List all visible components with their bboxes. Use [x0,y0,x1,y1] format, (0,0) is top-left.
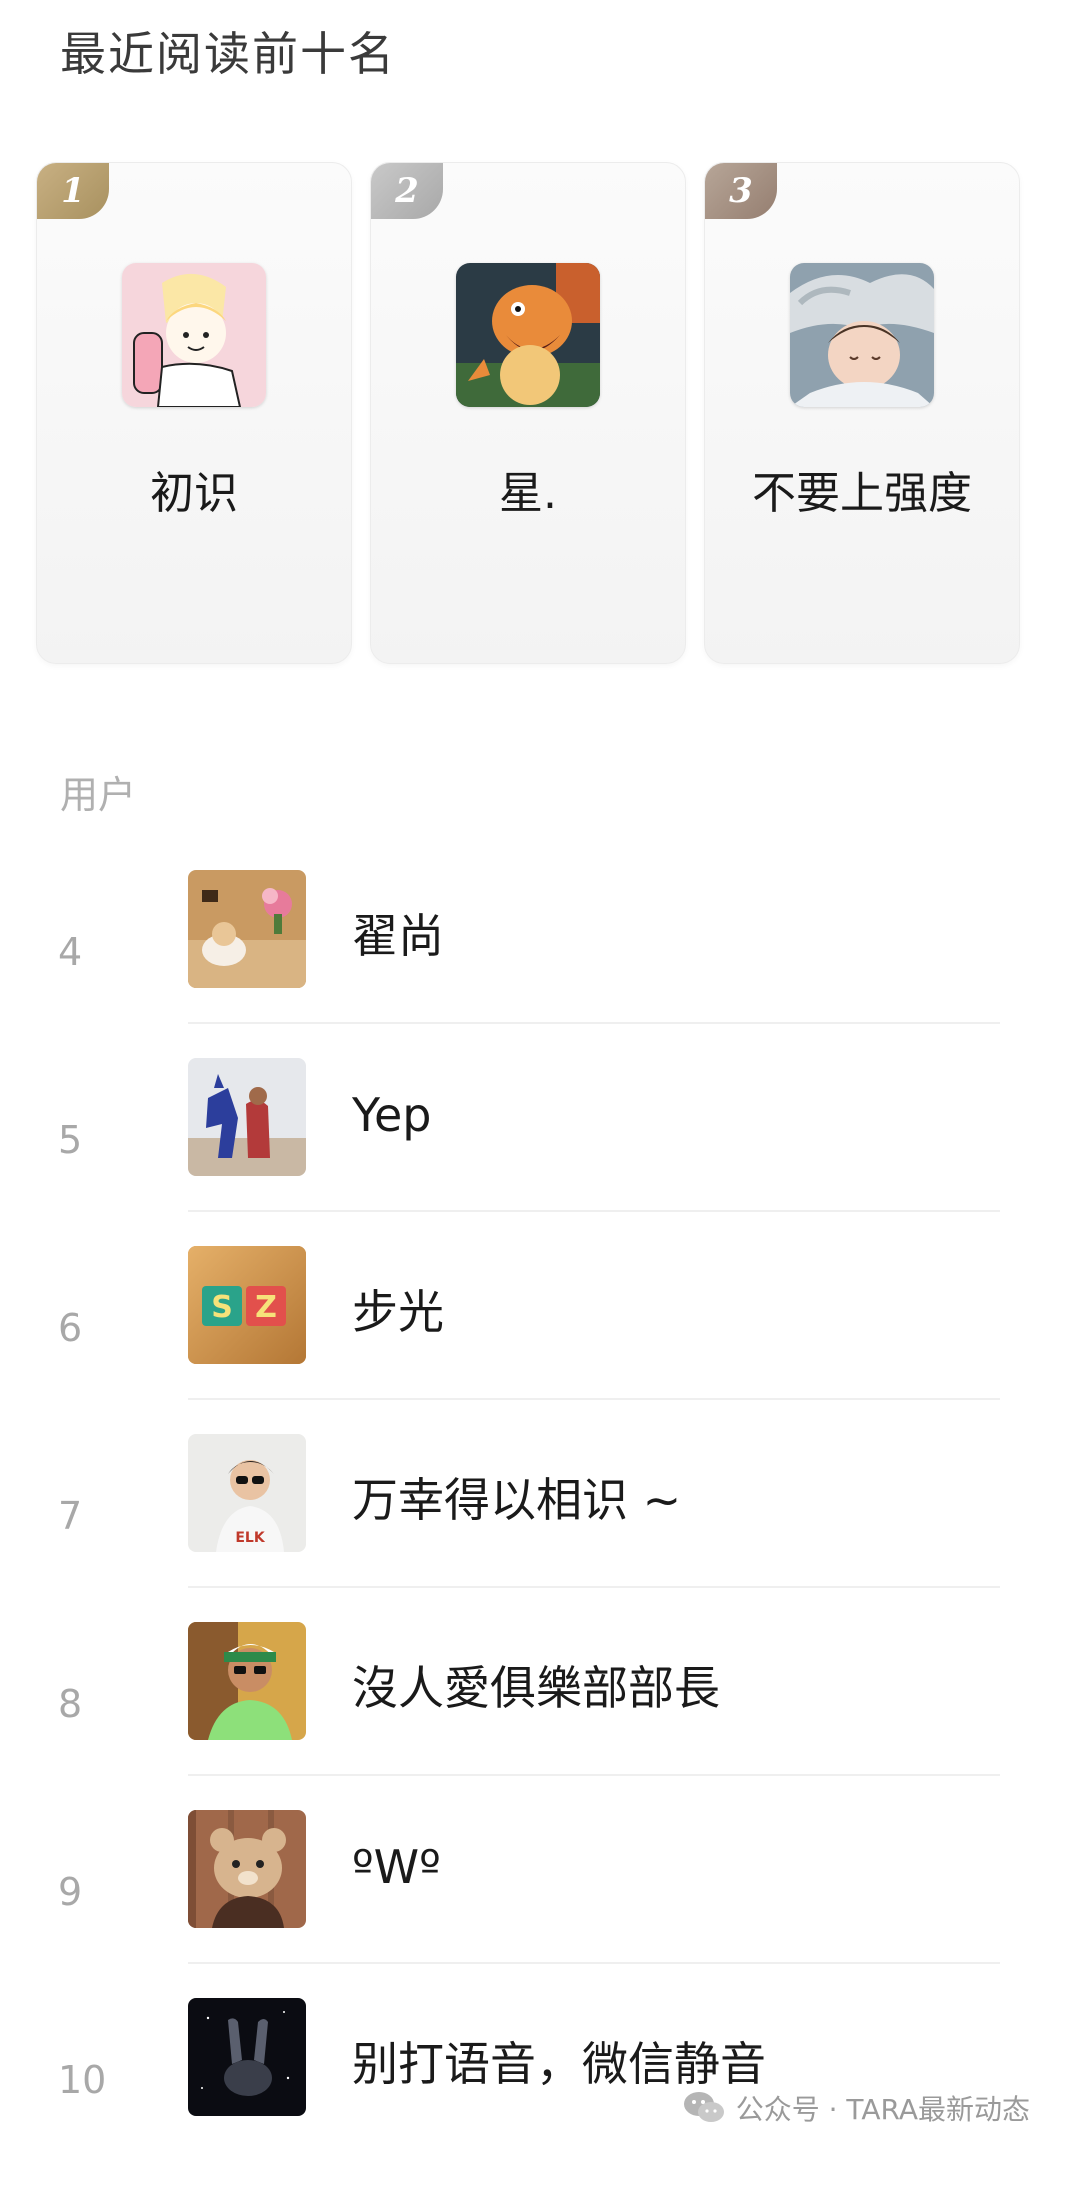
podium-card-2[interactable]: 2 星. [370,162,686,664]
user-name: 万幸得以相识 ~ [352,1473,682,1527]
rank-number: 4 [58,930,83,974]
avatar[interactable] [790,263,934,407]
user-list: 4 翟尚 5 Yep 6 S Z 步光 7 ELK 万幸得以相识 ~ 8 沒人愛… [0,870,1076,2186]
svg-text:ELK: ELK [235,1530,265,1546]
rank-number: 7 [58,1494,83,1538]
avatar[interactable] [122,263,266,407]
podium-card-3[interactable]: 3 不要上强度 [704,162,1020,664]
rank-number: 6 [58,1306,83,1350]
avatar[interactable] [188,870,306,988]
users-section-label: 用户 [60,773,137,817]
rank-badge-gold: 1 [37,163,109,219]
avatar[interactable] [456,263,600,407]
user-name: ºWº [352,1840,441,1894]
avatar[interactable] [188,1998,306,2116]
list-item[interactable]: 4 翟尚 [0,870,1076,1058]
user-name: 别打语音，微信静音 [352,2037,766,2091]
podium-name: 星. [499,468,557,519]
list-item[interactable]: 5 Yep [0,1058,1076,1246]
divider [188,1586,1000,1588]
top-three-podium: 1 初识 2 星. 3 不要上强度 [36,162,1040,664]
wechat-icon [682,2090,726,2126]
podium-card-1[interactable]: 1 初识 [36,162,352,664]
user-name: 沒人愛俱樂部部長 [352,1661,720,1715]
user-name: 步光 [352,1285,444,1339]
divider [188,1962,1000,1964]
divider [188,1210,1000,1212]
avatar[interactable]: S Z [188,1246,306,1364]
watermark: 公众号 · TARA最新动态 [682,2088,1030,2128]
rank-number: 8 [58,1682,83,1726]
avatar[interactable] [188,1810,306,1928]
divider [188,1774,1000,1776]
avatar[interactable] [188,1622,306,1740]
list-item[interactable]: 7 ELK 万幸得以相识 ~ [0,1434,1076,1622]
list-item[interactable]: 6 S Z 步光 [0,1246,1076,1434]
divider [188,1398,1000,1400]
rank-number: 5 [58,1118,83,1162]
user-name: Yep [352,1088,432,1142]
watermark-text: 公众号 · TARA最新动态 [735,2093,1030,2126]
list-item[interactable]: 9 ºWº [0,1810,1076,1998]
rank-badge-silver: 2 [371,163,443,219]
user-name: 翟尚 [352,909,444,963]
rank-number: 9 [58,1870,83,1914]
svg-text:S: S [211,1290,233,1325]
podium-name: 初识 [150,468,238,519]
page-title: 最近阅读前十名 [60,27,396,81]
svg-text:Z: Z [255,1290,277,1325]
rank-badge-bronze: 3 [705,163,777,219]
list-item[interactable]: 8 沒人愛俱樂部部長 [0,1622,1076,1810]
podium-name: 不要上强度 [752,468,972,519]
divider [188,1022,1000,1024]
avatar[interactable] [188,1058,306,1176]
rank-number: 10 [58,2058,107,2102]
avatar[interactable]: ELK [188,1434,306,1552]
